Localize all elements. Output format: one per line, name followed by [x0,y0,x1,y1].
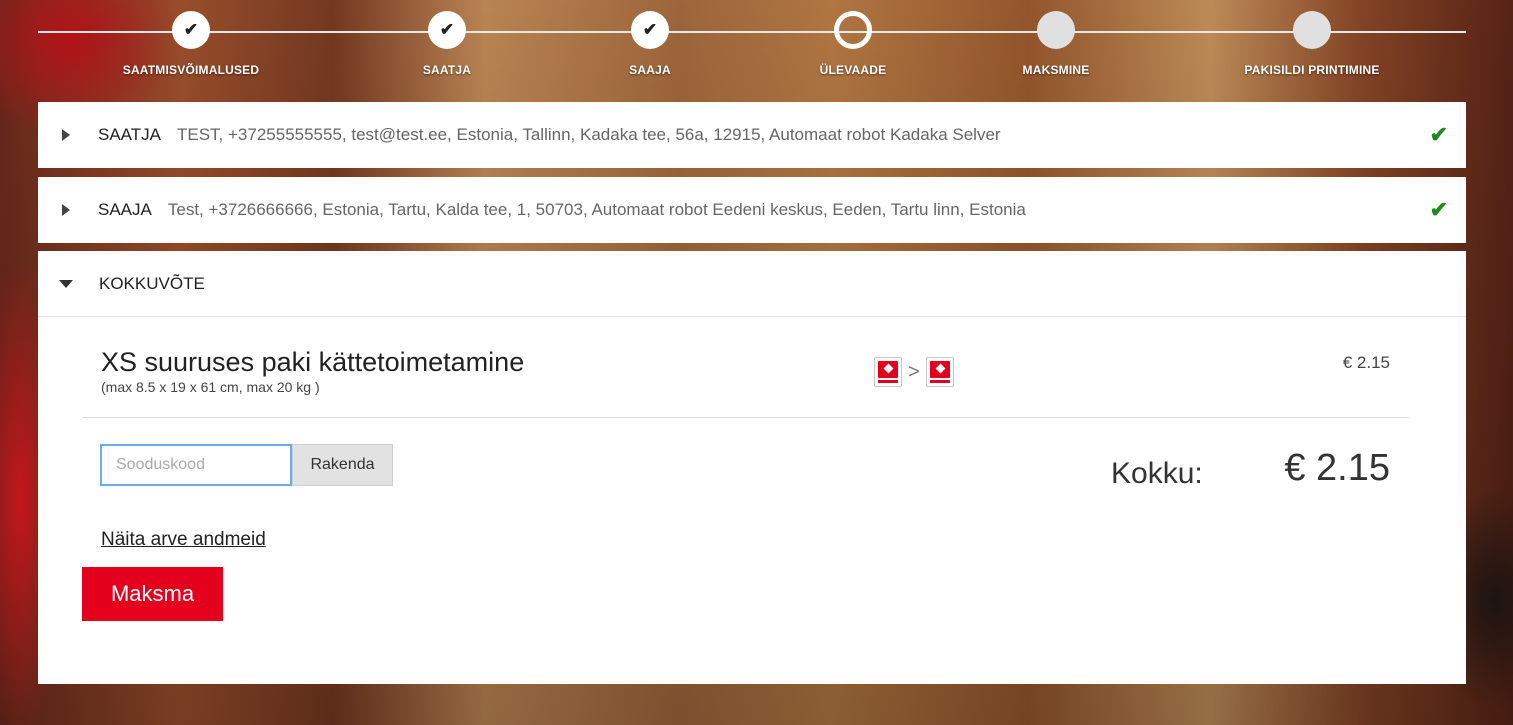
sender-section-header[interactable]: SAATJA TEST, +37255555555, test@test.ee,… [38,102,1466,168]
collapse-arrow-icon [59,279,73,288]
delivery-route: > [874,357,954,387]
product-name: XS suuruses paki kättetoimetamine [101,347,525,377]
chevron-right-icon: > [908,360,920,383]
apply-promo-button[interactable]: Rakenda [292,444,393,486]
total-label: Kokku: [1111,457,1203,490]
pay-button[interactable]: Maksma [82,567,223,621]
pending-step-dot-icon [1037,11,1075,49]
check-icon: ✔ [428,11,466,49]
section-title: KOKKUVÕTE [99,273,205,293]
section-title: SAAJA [98,200,152,219]
checkout-progress: ✔ SAATMISVÕIMALUSED ✔ SAATJA ✔ SAAJA ÜLE… [38,0,1466,100]
check-icon: ✔ [631,11,669,49]
step-label: ÜLEVAADE [819,63,887,77]
recipient-section[interactable]: SAAJA Test, +3726666666, Estonia, Tartu,… [38,177,1466,243]
check-icon: ✔ [1429,122,1448,147]
parcel-machine-icon [925,357,954,387]
check-icon: ✔ [172,11,210,49]
section-title: SAATJA [98,125,161,144]
step-saaja[interactable]: ✔ SAAJA [570,11,730,77]
step-pakisildi-printimine: PAKISILDI PRINTIMINE [1232,11,1392,77]
sender-details: TEST, +37255555555, test@test.ee, Estoni… [176,125,1001,144]
expand-arrow-icon [62,204,70,216]
step-label: SAAJA [629,63,671,77]
total-value: € 2.15 [1284,447,1390,489]
step-maksmine: MAKSMINE [976,11,1136,77]
product-dimensions: (max 8.5 x 19 x 61 cm, max 20 kg ) [101,379,320,395]
product-price: € 2.15 [1342,353,1390,372]
step-label: SAATJA [422,63,472,77]
parcel-machine-icon [874,357,902,387]
check-icon: ✔ [1429,197,1448,222]
step-saatja[interactable]: ✔ SAATJA [367,11,527,77]
recipient-details: Test, +3726666666, Estonia, Tartu, Kalda… [167,200,1026,219]
step-label: SAATMISVÕIMALUSED [122,63,260,77]
show-invoice-details-link[interactable]: Näita arve andmeid [101,529,266,551]
summary-section: KOKKUVÕTE XS suuruses paki kättetoimetam… [38,251,1466,684]
step-saatmisvoimalused[interactable]: ✔ SAATMISVÕIMALUSED [111,11,271,77]
divider [82,417,1409,418]
summary-body: XS suuruses paki kättetoimetamine (max 8… [38,317,1466,684]
step-label: MAKSMINE [1022,63,1090,77]
promo-code-input[interactable] [100,444,292,486]
sender-section[interactable]: SAATJA TEST, +37255555555, test@test.ee,… [38,102,1466,168]
pending-step-dot-icon [1293,11,1331,49]
step-label: PAKISILDI PRINTIMINE [1244,63,1380,77]
recipient-section-header[interactable]: SAAJA Test, +3726666666, Estonia, Tartu,… [38,177,1466,243]
step-ulevaade: ÜLEVAADE [773,11,933,77]
current-step-ring-icon [834,11,872,49]
summary-section-header[interactable]: KOKKUVÕTE [38,251,1466,317]
expand-arrow-icon [62,129,70,141]
